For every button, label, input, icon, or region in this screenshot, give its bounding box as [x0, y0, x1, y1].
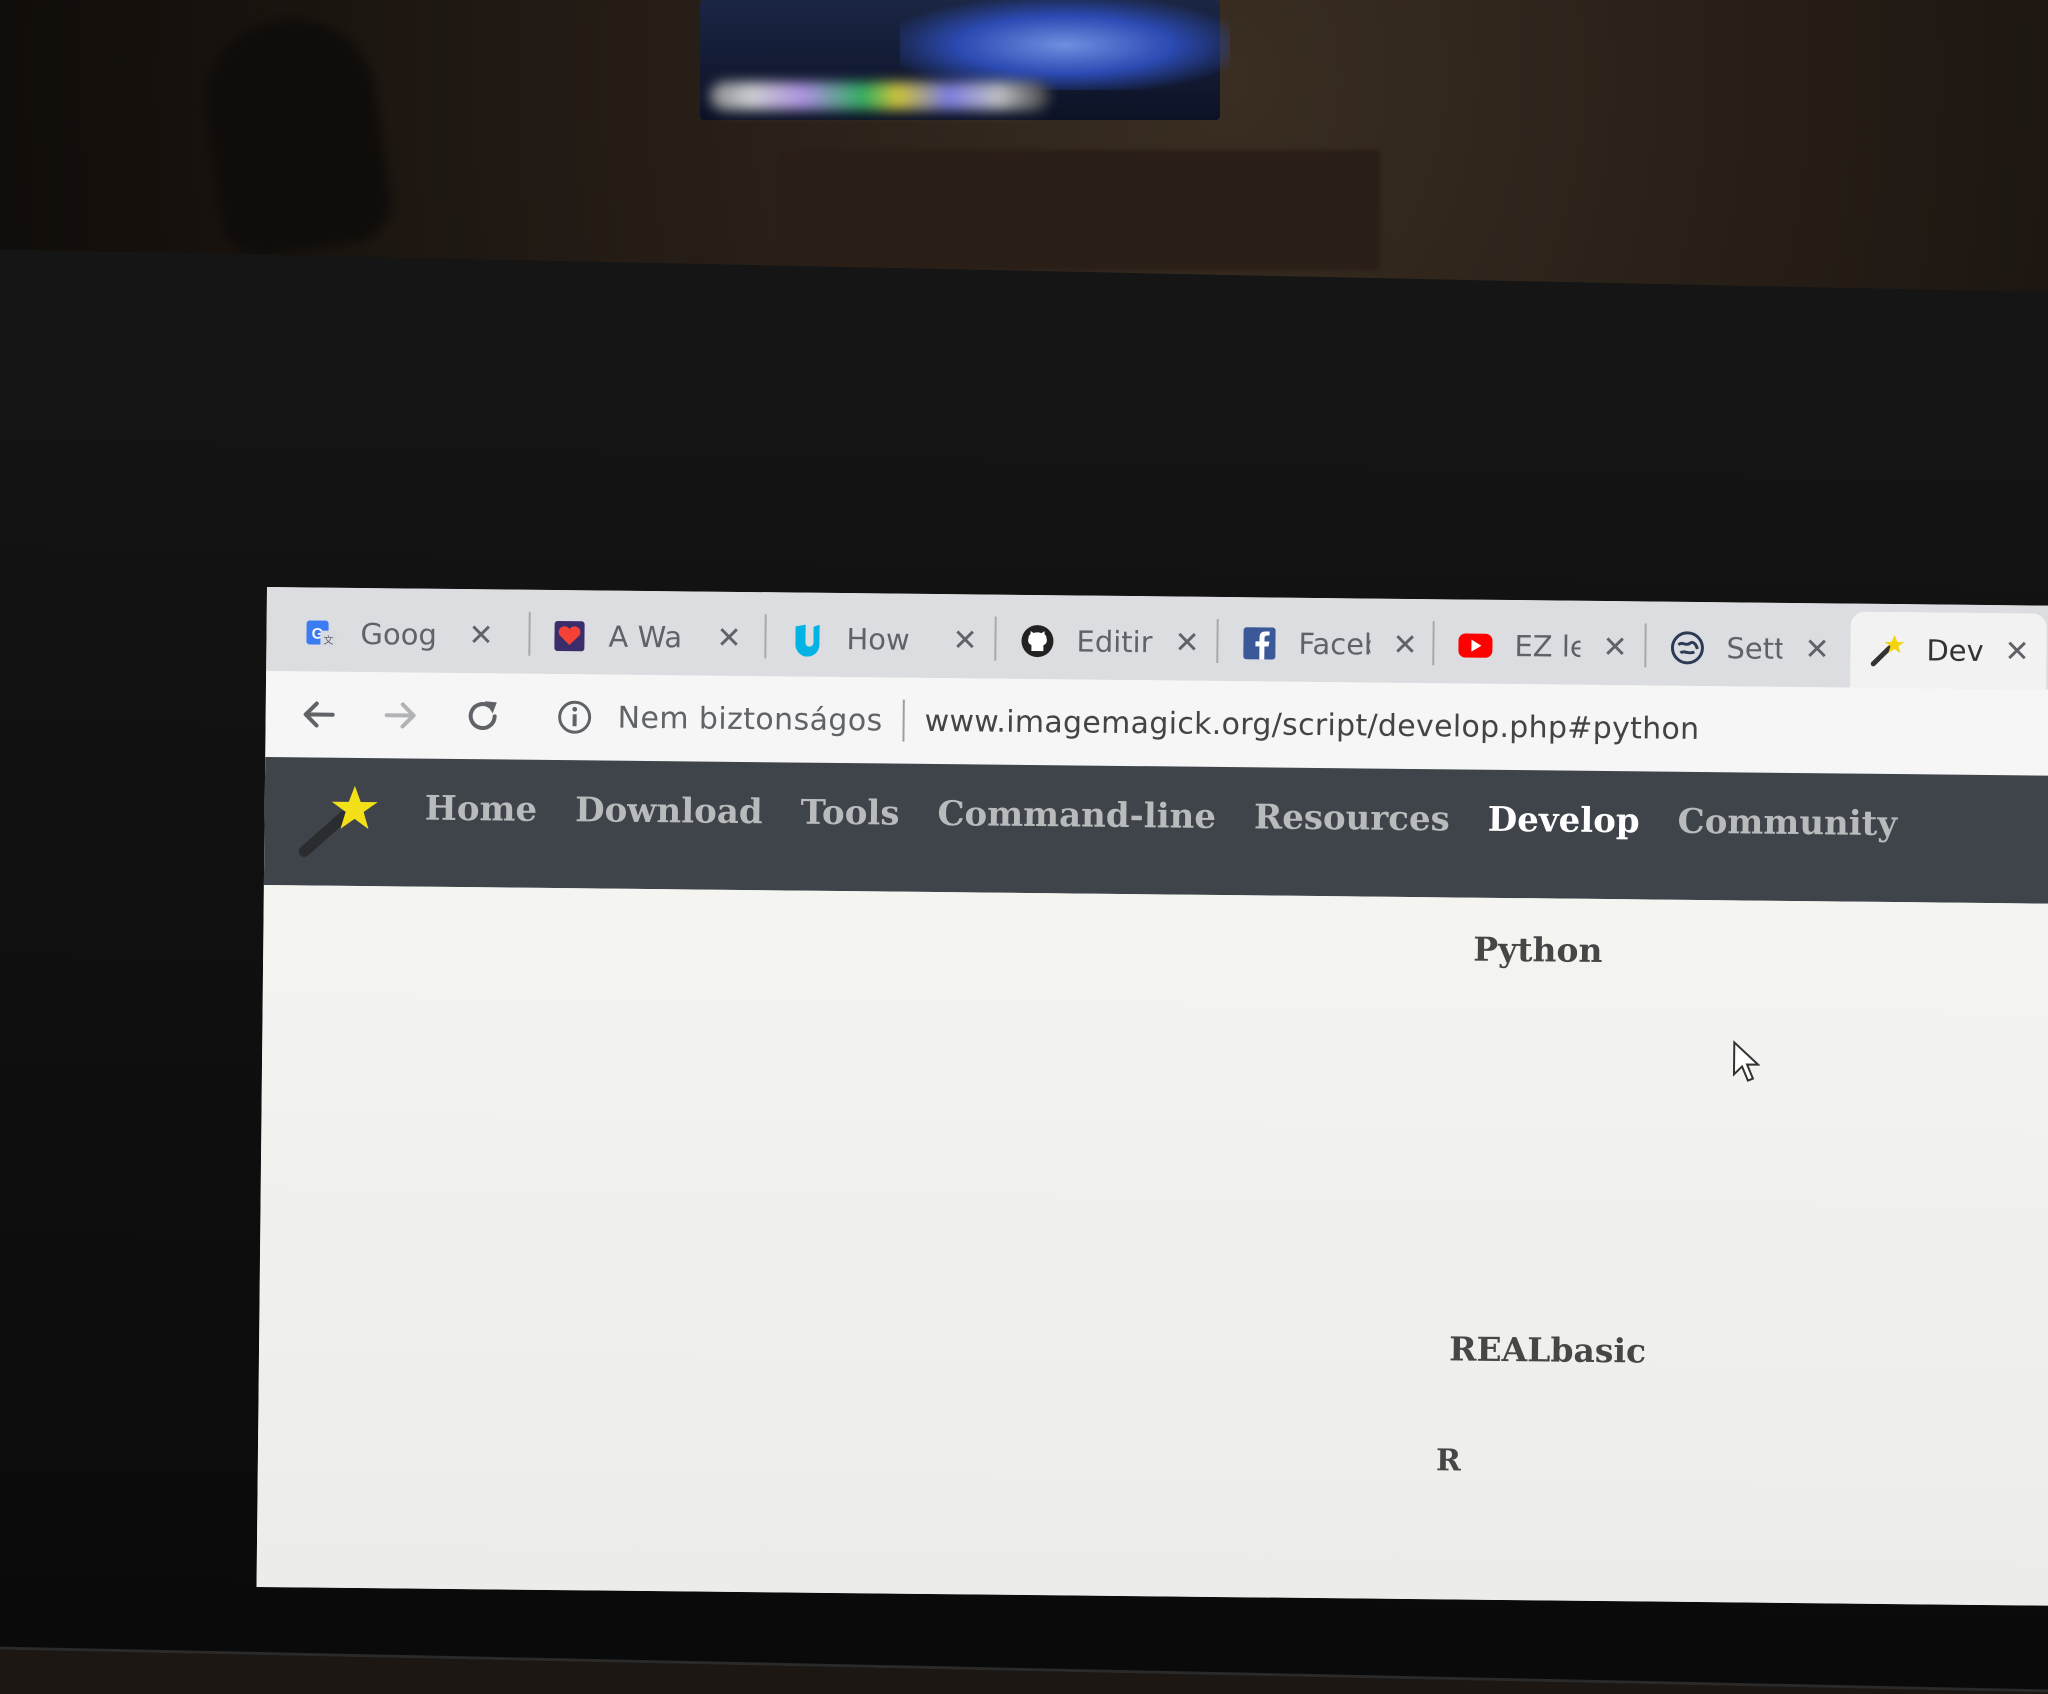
tab-title: Editin: [1076, 624, 1153, 660]
settings-globe-icon: [1668, 629, 1706, 667]
heading-r: R: [1435, 1443, 1462, 1479]
udacity-icon: [788, 619, 826, 657]
tab-title: How: [846, 622, 910, 657]
close-icon[interactable]: ✕: [1174, 625, 1200, 660]
back-arrow-icon: [303, 701, 335, 728]
close-icon[interactable]: ✕: [2004, 634, 2030, 669]
tab-settings[interactable]: Settin ✕: [1650, 609, 1847, 687]
close-icon[interactable]: ✕: [1392, 627, 1418, 662]
close-icon[interactable]: ✕: [1804, 632, 1830, 667]
tab-title: A Wa: [608, 619, 683, 655]
mouse-pointer-icon: [1732, 1040, 1761, 1082]
background-tv-glow: [900, 0, 1230, 90]
browser-window: G 文 Goog ✕ A Wa ✕ How ✕ Editin ✕ Faceb ✕…: [256, 587, 2048, 1607]
github-icon: [1018, 622, 1056, 660]
tab-how[interactable]: How ✕: [770, 600, 995, 678]
tab-title: Settin: [1726, 631, 1783, 666]
address-bar[interactable]: Nem biztonságos www.imagemagick.org/scri…: [555, 686, 2048, 765]
menu-resources[interactable]: Resources: [1254, 797, 1450, 839]
menu-download[interactable]: Download: [575, 790, 763, 832]
tab-separator: [994, 616, 997, 661]
heart-app-icon: [550, 617, 588, 655]
tab-separator: [528, 611, 531, 656]
imagemagick-logo-icon[interactable]: [296, 781, 393, 860]
tab-separator: [1432, 621, 1435, 666]
tab-youtube[interactable]: EZ let ✕: [1438, 607, 1645, 685]
site-menu: Home Download Tools Command-line Resourc…: [424, 789, 1897, 844]
url-text[interactable]: www.imagemagick.org/script/develop.php#p…: [924, 703, 1699, 746]
google-translate-icon: G 文: [302, 614, 340, 652]
info-icon[interactable]: [555, 698, 593, 736]
tab-develop[interactable]: Devel ✕: [1850, 611, 2047, 690]
heading-realbasic: REALbasic: [1448, 1329, 1647, 1371]
facebook-icon: [1240, 624, 1278, 662]
menu-home[interactable]: Home: [424, 789, 537, 830]
svg-text:文: 文: [323, 634, 333, 647]
heading-python: Python: [1473, 929, 1603, 971]
security-status-text[interactable]: Nem biztonságos: [617, 700, 882, 738]
menu-community[interactable]: Community: [1677, 802, 1897, 844]
reload-icon: [468, 701, 497, 730]
close-icon[interactable]: ✕: [952, 623, 978, 658]
tab-editin[interactable]: Editin ✕: [1000, 603, 1217, 681]
tab-a-wa[interactable]: A Wa ✕: [532, 598, 759, 676]
tab-separator: [764, 614, 767, 659]
menu-tools[interactable]: Tools: [800, 793, 899, 834]
close-icon[interactable]: ✕: [468, 618, 494, 653]
tab-title: Goog: [360, 616, 438, 652]
page-content: Python REALbasic R s T Ir Th pro RM: [256, 884, 2048, 1607]
tab-title: EZ let: [1514, 629, 1581, 664]
tab-facebook[interactable]: Faceb ✕: [1222, 605, 1435, 683]
reload-button[interactable]: [457, 691, 508, 742]
tab-title: Faceb: [1298, 626, 1371, 662]
menu-develop[interactable]: Develop: [1488, 800, 1640, 842]
tab-title: Devel: [1926, 633, 1983, 668]
back-button[interactable]: [293, 689, 344, 740]
background-guitar: [194, 9, 396, 261]
close-icon[interactable]: ✕: [716, 620, 742, 655]
close-icon[interactable]: ✕: [1602, 629, 1628, 664]
site-navigation-bar: Home Download Tools Command-line Resourc…: [263, 756, 2048, 905]
forward-arrow-icon: [384, 702, 416, 729]
imagemagick-wand-icon: [1868, 631, 1906, 669]
menu-command-line[interactable]: Command-line: [937, 794, 1216, 837]
tab-separator: [1644, 623, 1647, 668]
youtube-icon: [1456, 626, 1494, 664]
tab-google[interactable]: G 文 Goog ✕: [284, 595, 515, 673]
tab-separator: [1216, 618, 1219, 663]
background-lights: [710, 82, 1050, 110]
address-separator: [902, 699, 905, 742]
forward-button[interactable]: [375, 690, 426, 741]
background-cabinet: [780, 150, 1380, 270]
